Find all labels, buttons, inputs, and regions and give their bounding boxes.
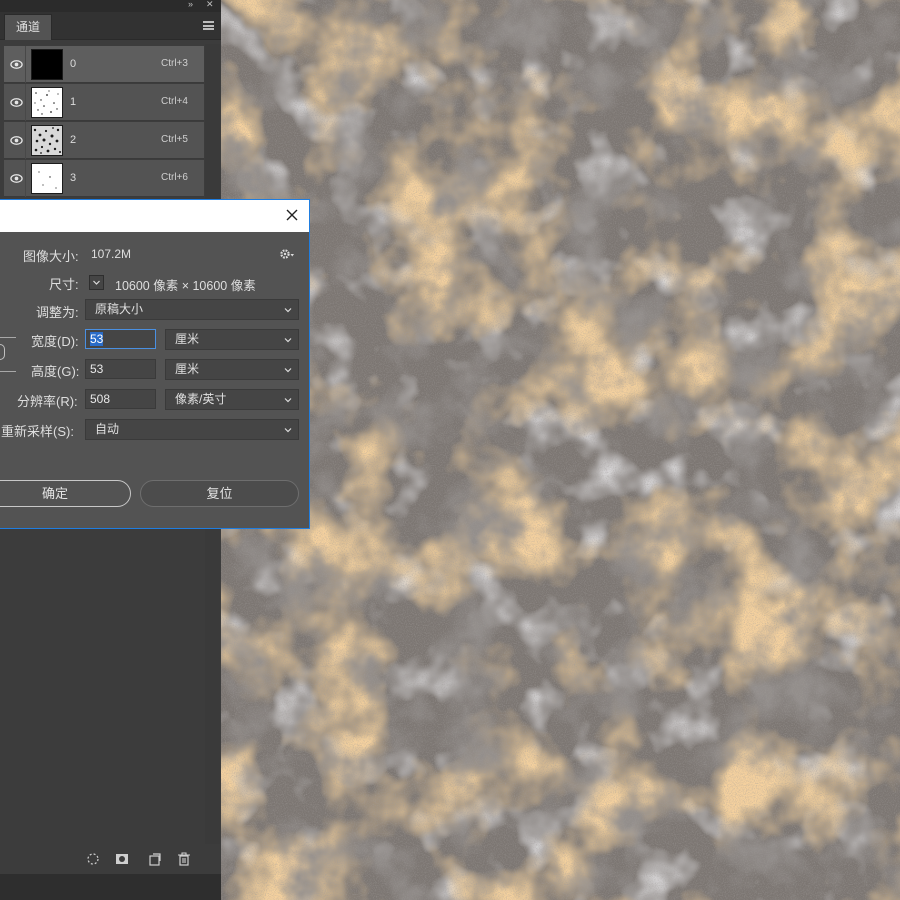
channel-shortcut: Ctrl+3 (161, 58, 188, 69)
visibility-eye-icon[interactable] (10, 172, 23, 185)
channel-row-0[interactable]: 0 Ctrl+3 (4, 46, 204, 83)
width-unit-value: 厘米 (175, 332, 200, 346)
panel-tab-bar: 通道 (0, 12, 221, 40)
channel-name: 0 (70, 58, 77, 70)
collapse-icon[interactable]: » (188, 0, 193, 9)
load-selection-icon[interactable] (85, 851, 101, 867)
tab-channels[interactable]: 通道 (4, 14, 52, 40)
width-label: 宽度(D): (31, 334, 79, 349)
channel-row-3[interactable]: 3 Ctrl+6 (4, 160, 204, 197)
trash-icon[interactable] (176, 851, 192, 867)
fit-to-select[interactable]: 原稿大小 (85, 299, 299, 320)
width-input[interactable]: 53 (85, 329, 156, 349)
resample-value: 自动 (95, 422, 120, 436)
width-value: 53 (90, 332, 104, 346)
save-selection-icon[interactable] (114, 851, 130, 867)
visibility-eye-icon[interactable] (10, 134, 23, 147)
chevron-down-icon (284, 428, 292, 433)
reset-button[interactable]: 复位 (140, 480, 299, 507)
dialog-titlebar[interactable] (0, 200, 309, 232)
height-value: 53 (90, 362, 104, 376)
resolution-unit-value: 像素/英寸 (175, 392, 227, 406)
channel-thumbnail (31, 163, 63, 194)
channel-thumbnail (31, 125, 63, 156)
row-divider (25, 160, 26, 197)
chevron-down-icon (284, 368, 292, 373)
channel-row-2[interactable]: 2 Ctrl+5 (4, 122, 204, 159)
chevron-down-icon (284, 398, 292, 403)
fit-to-label: 调整为: (36, 305, 79, 320)
resample-label: 重新采样(S): (1, 424, 74, 439)
gear-icon[interactable] (279, 248, 295, 260)
resolution-unit-select[interactable]: 像素/英寸 (165, 389, 299, 410)
channel-name: 3 (70, 172, 77, 184)
fit-to-value: 原稿大小 (95, 302, 144, 316)
chevron-down-icon (284, 338, 292, 343)
new-channel-icon[interactable] (147, 851, 163, 867)
row-divider (25, 122, 26, 159)
panel-menu-icon[interactable] (203, 21, 214, 30)
channel-row-1[interactable]: 1 Ctrl+4 (4, 84, 204, 121)
channel-thumbnail (31, 87, 63, 118)
constrain-proportions-link-icon[interactable] (0, 344, 5, 360)
image-size-value: 107.2M (91, 247, 132, 261)
height-unit-select[interactable]: 厘米 (165, 359, 299, 380)
resample-select[interactable]: 自动 (85, 419, 299, 440)
width-unit-select[interactable]: 厘米 (165, 329, 299, 350)
chevron-down-icon (284, 308, 292, 313)
resolution-input[interactable]: 508 (85, 389, 156, 409)
dimensions-label: 尺寸: (49, 277, 79, 292)
height-input[interactable]: 53 (85, 359, 156, 379)
ok-button[interactable]: 确定 (0, 480, 131, 507)
document-canvas[interactable] (221, 0, 900, 900)
channel-name: 2 (70, 134, 77, 146)
close-icon[interactable]: ✕ (206, 0, 214, 10)
channel-name: 1 (70, 96, 77, 108)
height-unit-value: 厘米 (175, 362, 200, 376)
height-label: 高度(G): (31, 364, 80, 379)
dimensions-unit-dropdown[interactable] (89, 275, 104, 290)
rust-texture-image (221, 0, 900, 900)
dimensions-value: 10600 像素 × 10600 像素 (115, 279, 256, 293)
channel-shortcut: Ctrl+6 (161, 172, 188, 183)
channel-shortcut: Ctrl+4 (161, 96, 188, 107)
panel-footer (0, 874, 221, 900)
resolution-value: 508 (90, 392, 111, 406)
visibility-eye-icon[interactable] (10, 58, 23, 71)
link-bracket-top (0, 337, 16, 338)
close-icon[interactable] (284, 207, 300, 223)
row-divider (25, 84, 26, 121)
channel-shortcut: Ctrl+5 (161, 134, 188, 145)
resolution-label: 分辨率(R): (17, 394, 78, 409)
row-divider (25, 46, 26, 83)
channel-thumbnail (31, 49, 63, 80)
visibility-eye-icon[interactable] (10, 96, 23, 109)
panel-top-strip: » ✕ (0, 0, 221, 12)
image-size-dialog: 图像大小: 107.2M 尺寸: 10600 像素 × 10600 像素 调整为… (0, 199, 310, 529)
link-bracket-bottom (0, 371, 16, 372)
image-size-label: 图像大小: (23, 249, 79, 264)
panel-bottom-toolbar (0, 846, 221, 872)
